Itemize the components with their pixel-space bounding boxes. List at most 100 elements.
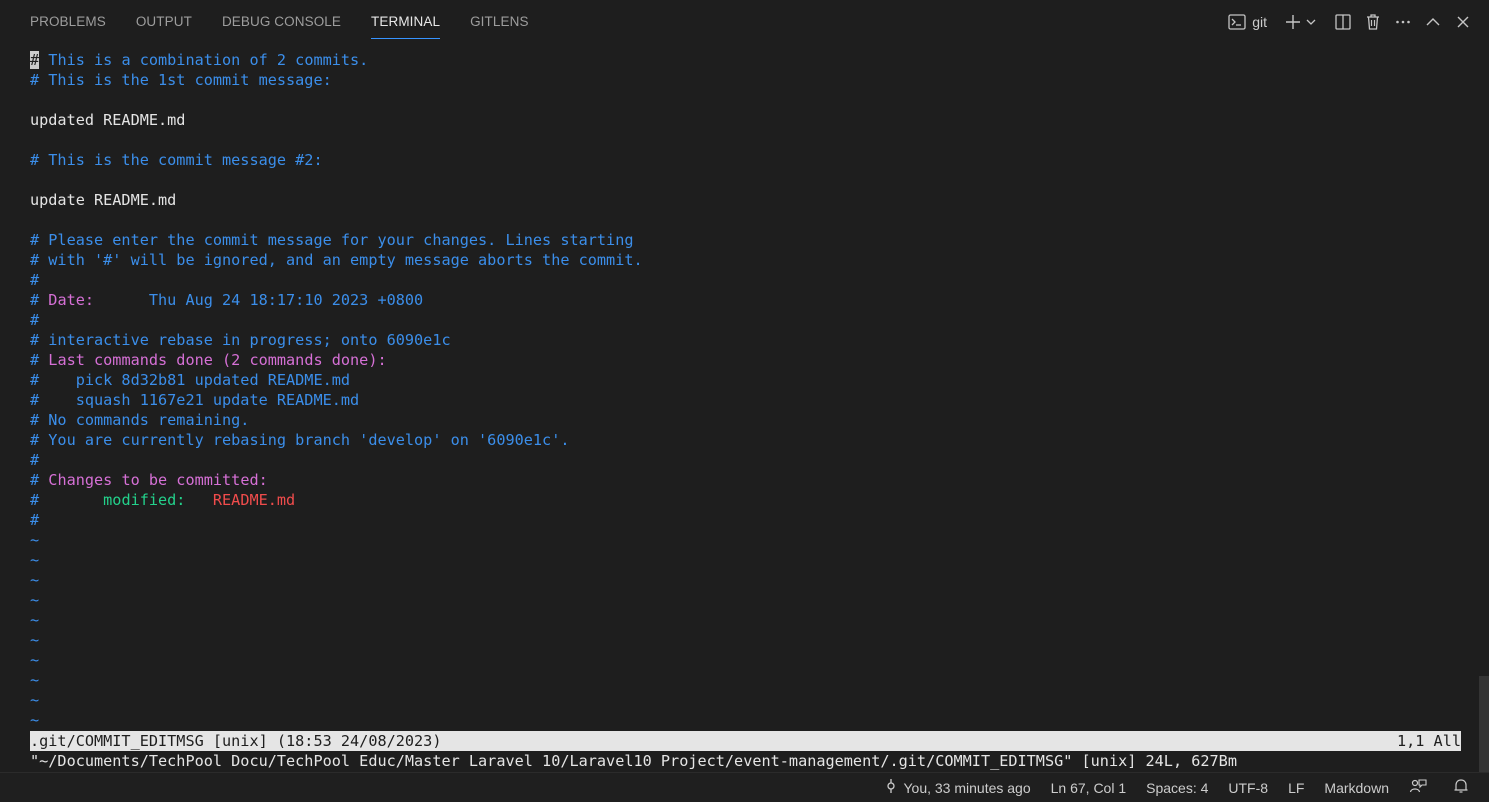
terminal-line: # xyxy=(30,450,1461,470)
terminal-text: # This is the commit message #2: xyxy=(30,151,323,169)
maximize-panel-button[interactable] xyxy=(1421,9,1445,35)
terminal-line: # modified: README.md xyxy=(30,490,1461,510)
tab-output[interactable]: OUTPUT xyxy=(136,0,192,43)
terminal-line: ~ xyxy=(30,650,1461,670)
terminal-text: # xyxy=(30,291,49,309)
terminal-text: update README.md xyxy=(30,191,177,209)
vim-status-position: 1,1 All xyxy=(1396,732,1461,750)
terminal-line: # with '#' will be ignored, and an empty… xyxy=(30,250,1461,270)
terminal-text: # xyxy=(30,471,49,489)
terminal-selector[interactable]: git xyxy=(1228,9,1267,35)
panel-actions: git xyxy=(1228,0,1475,43)
tab-debug-console[interactable]: DEBUG CONSOLE xyxy=(222,0,341,43)
terminal-line: # You are currently rebasing branch 'dev… xyxy=(30,430,1461,450)
terminal-line: # squash 1167e21 update README.md xyxy=(30,390,1461,410)
terminal-text: # No commands remaining. xyxy=(30,411,250,429)
terminal-line: # This is a combination of 2 commits. xyxy=(30,50,1461,70)
terminal-icon xyxy=(1228,13,1246,30)
terminal-text: Thu Aug 24 18:17:10 2023 +0800 xyxy=(94,291,424,309)
terminal-line: # xyxy=(30,510,1461,530)
terminal-text: Changes to be committed: xyxy=(48,471,268,489)
terminal-line: # interactive rebase in progress; onto 6… xyxy=(30,330,1461,350)
terminal-line: ~ xyxy=(30,530,1461,550)
feedback-icon xyxy=(1409,778,1433,797)
terminal-text: # xyxy=(30,311,40,329)
terminal-text: # pick 8d32b81 updated README.md xyxy=(30,371,351,389)
terminal-text: ~ xyxy=(30,631,40,649)
terminal-text: Date: xyxy=(48,291,95,309)
terminal-line: updated README.md xyxy=(30,110,1461,130)
cursor-position-text: Ln 67, Col 1 xyxy=(1050,779,1127,796)
language-mode-text: Markdown xyxy=(1324,779,1389,796)
terminal-line: ~ xyxy=(30,710,1461,730)
terminal-text: # You are currently rebasing branch 'dev… xyxy=(30,431,570,449)
terminal-text: ~ xyxy=(30,571,40,589)
panel-header: PROBLEMS OUTPUT DEBUG CONSOLE TERMINAL G… xyxy=(0,0,1489,43)
bell-icon xyxy=(1453,778,1475,797)
terminal-line: ~ xyxy=(30,670,1461,690)
feedback-button[interactable] xyxy=(1409,778,1433,797)
indentation-item[interactable]: Spaces: 4 xyxy=(1146,780,1208,796)
chevron-up-icon xyxy=(1424,13,1442,31)
terminal-line: # Date: Thu Aug 24 18:17:10 2023 +0800 xyxy=(30,290,1461,310)
language-mode-item[interactable]: Markdown xyxy=(1324,780,1389,796)
close-icon xyxy=(1454,13,1472,31)
terminal-line: # Changes to be committed: xyxy=(30,470,1461,490)
terminal-text: README.md xyxy=(212,491,296,509)
terminal-line: ~ xyxy=(30,690,1461,710)
terminal-text: # xyxy=(30,491,40,509)
git-blame-item[interactable]: You, 33 minutes ago xyxy=(885,778,1031,797)
terminal-line: # xyxy=(30,310,1461,330)
terminal-scrollbar[interactable] xyxy=(1479,676,1489,772)
terminal-text: ~ xyxy=(30,611,40,629)
terminal-text: # xyxy=(30,451,40,469)
tab-terminal[interactable]: TERMINAL xyxy=(371,0,441,43)
terminal-cursor: # xyxy=(30,51,40,69)
terminal-text: ~ xyxy=(30,551,40,569)
split-icon xyxy=(1334,13,1352,31)
terminal-launch-profile-dropdown[interactable] xyxy=(1305,9,1317,35)
terminal-output[interactable]: # This is a combination of 2 commits. # T… xyxy=(30,50,1461,730)
commit-icon xyxy=(885,778,903,797)
terminal-text: ~ xyxy=(30,531,40,549)
terminal-text: # xyxy=(30,271,40,289)
terminal-text: updated README.md xyxy=(30,111,186,129)
encoding-item[interactable]: UTF-8 xyxy=(1228,780,1268,796)
terminal-text: Last commands done (2 commands done): xyxy=(48,351,387,369)
eol-item[interactable]: LF xyxy=(1288,780,1304,796)
cursor-position-item[interactable]: Ln 67, Col 1 xyxy=(1051,780,1127,796)
terminal-text: This is a combination of 2 commits. xyxy=(39,51,369,69)
terminal-text: # Please enter the commit message for yo… xyxy=(30,231,634,249)
vim-status-file: .git/COMMIT_EDITMSG [unix] (18:53 24/08/… xyxy=(30,732,442,750)
close-panel-button[interactable] xyxy=(1451,9,1475,35)
new-terminal-button[interactable] xyxy=(1281,9,1305,35)
kill-terminal-button[interactable] xyxy=(1361,9,1385,35)
split-terminal-button[interactable] xyxy=(1331,9,1355,35)
tab-problems[interactable]: PROBLEMS xyxy=(30,0,106,43)
terminal-text: ~ xyxy=(30,711,40,729)
terminal-text: ~ xyxy=(30,671,40,689)
terminal-text: # xyxy=(30,511,40,529)
terminal-text: # with '#' will be ignored, and an empty… xyxy=(30,251,643,269)
terminal-name: git xyxy=(1252,13,1267,30)
notifications-button[interactable] xyxy=(1453,778,1475,797)
terminal-line: ~ xyxy=(30,550,1461,570)
plus-icon xyxy=(1284,13,1302,31)
terminal-text: ~ xyxy=(30,651,40,669)
terminal-line: # xyxy=(30,270,1461,290)
terminal-line: # This is the 1st commit message: xyxy=(30,70,1461,90)
terminal-line: update README.md xyxy=(30,190,1461,210)
terminal-line: # Last commands done (2 commands done): xyxy=(30,350,1461,370)
git-blame-text: You, 33 minutes ago xyxy=(903,779,1031,796)
more-actions-button[interactable] xyxy=(1391,9,1415,35)
terminal-text: # squash 1167e21 update README.md xyxy=(30,391,360,409)
tab-gitlens[interactable]: GITLENS xyxy=(470,0,528,43)
terminal-line: ~ xyxy=(30,590,1461,610)
chevron-down-icon xyxy=(1305,16,1317,28)
status-bar: You, 33 minutes ago Ln 67, Col 1 Spaces:… xyxy=(0,772,1489,802)
indentation-text: Spaces: 4 xyxy=(1146,779,1209,796)
terminal-line: ~ xyxy=(30,630,1461,650)
